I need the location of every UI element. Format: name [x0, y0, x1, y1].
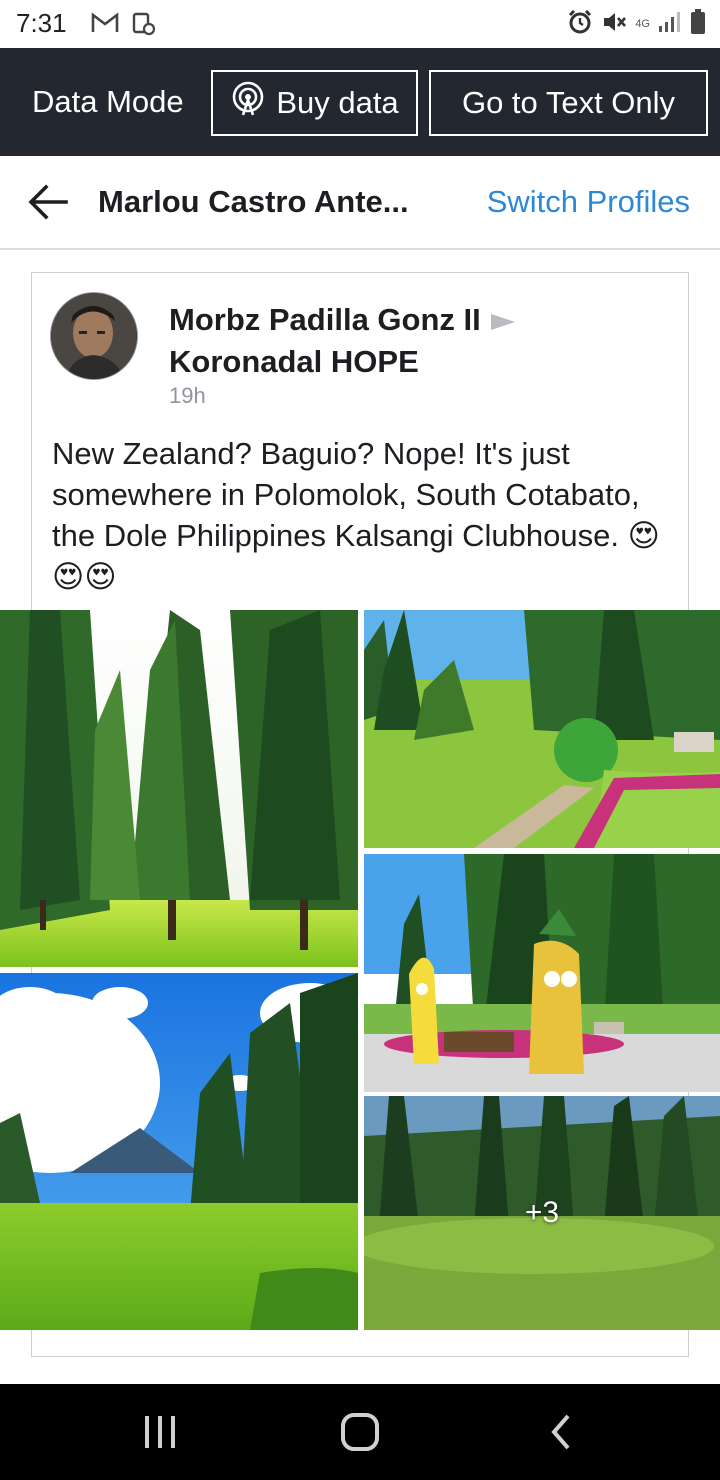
post-photo-4[interactable]: [0, 973, 358, 1330]
buy-data-label: Buy data: [276, 85, 399, 120]
data-mode-label: Data Mode: [32, 84, 184, 119]
home-icon[interactable]: [340, 1412, 380, 1457]
shared-to-arrow-icon: [490, 313, 515, 330]
post-photo-1[interactable]: [0, 610, 358, 967]
post-photo-5[interactable]: +3: [364, 1096, 720, 1330]
post-timestamp[interactable]: 19h: [169, 383, 206, 409]
back-icon[interactable]: [548, 1412, 576, 1457]
more-photos-count[interactable]: +3: [364, 1096, 720, 1330]
profile-name: Marlou Castro Ante...: [98, 184, 409, 219]
post-photo-3[interactable]: [364, 854, 720, 1092]
data-mode-bar: Data Mode Buy data Go to Text Only: [0, 48, 720, 156]
status-time: 7:31: [16, 8, 67, 38]
system-nav-bar: [0, 1384, 720, 1480]
go-to-text-only-button[interactable]: Go to Text Only: [429, 70, 708, 136]
author-name[interactable]: Morbz Padilla Gonz II: [169, 302, 481, 337]
status-bar: 7:31 4G: [0, 0, 720, 48]
avatar[interactable]: [50, 292, 138, 380]
recent-apps-icon[interactable]: [142, 1412, 178, 1457]
group-name[interactable]: Koronadal HOPE: [169, 344, 419, 379]
alarm-icon: [567, 9, 593, 40]
network-label: 4G: [635, 18, 650, 30]
back-arrow-icon[interactable]: [26, 182, 70, 227]
battery-icon: [690, 8, 706, 40]
post-photo-2[interactable]: [364, 610, 720, 848]
buy-data-button[interactable]: Buy data: [211, 70, 418, 136]
post-text: New Zealand? Baguio? Nope! It's just som…: [52, 436, 660, 594]
mute-icon: [601, 9, 627, 40]
screenshot-icon: [132, 12, 156, 41]
post-author[interactable]: Morbz Padilla Gonz II Koronadal HOPE: [169, 299, 629, 383]
broadcast-icon: [230, 81, 266, 125]
gmail-icon: [90, 12, 120, 39]
signal-icon: [658, 11, 682, 38]
profile-header: Marlou Castro Ante... Switch Profiles: [0, 156, 720, 250]
switch-profiles-link[interactable]: Switch Profiles: [487, 184, 690, 220]
